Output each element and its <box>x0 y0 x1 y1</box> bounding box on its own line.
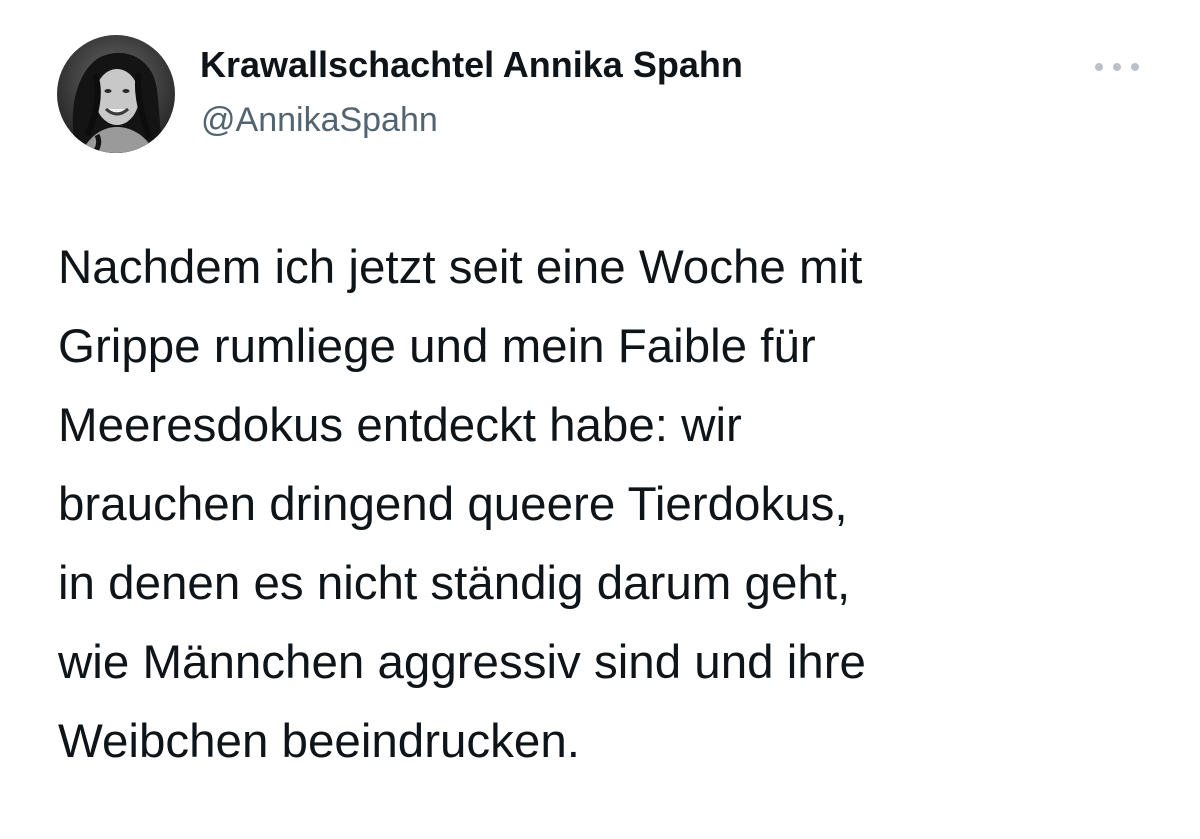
tweet-card: Krawallschachtel Annika Spahn @AnnikaSpa… <box>0 0 1200 839</box>
more-dot <box>1095 63 1103 71</box>
tweet-text-line: in denen es nicht ständig darum geht, <box>58 557 851 610</box>
tweet-text-line: Weibchen beeindrucken. <box>58 715 580 768</box>
tweet-text-line: Meeresdokus entdeckt habe: wir <box>58 399 742 452</box>
author-handle[interactable]: @AnnikaSpahn <box>201 101 438 140</box>
tweet-text-line: wie Männchen aggressiv sind und ihre <box>58 636 866 689</box>
avatar[interactable] <box>57 35 175 153</box>
author-display-name[interactable]: Krawallschachtel Annika Spahn <box>200 44 743 86</box>
more-dot <box>1113 63 1121 71</box>
more-dot <box>1131 63 1139 71</box>
tweet-text-line: Nachdem ich jetzt seit eine Woche mit <box>58 241 863 294</box>
tweet-text-line: Grippe rumliege und mein Faible für <box>58 320 816 373</box>
tweet-text: Nachdem ich jetzt seit eine Woche mit Gr… <box>58 228 1168 781</box>
tweet-text-line: brauchen dringend queere Tierdokus, <box>58 478 848 531</box>
more-options-icon[interactable] <box>1095 55 1139 79</box>
profile-photo-icon <box>57 35 175 153</box>
